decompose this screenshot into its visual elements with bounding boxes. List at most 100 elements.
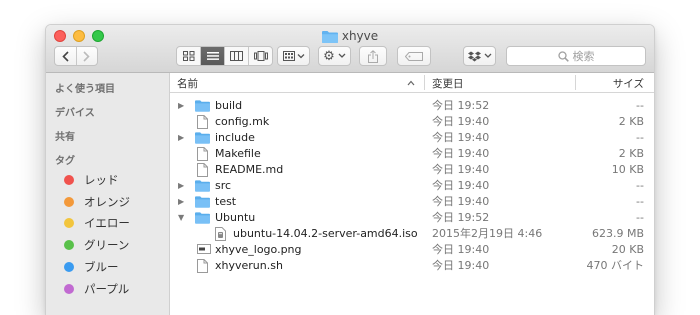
file-size: 2 KB: [618, 147, 644, 160]
action-button[interactable]: ⚙: [318, 46, 351, 66]
file-row[interactable]: ▶ build 今日 19:52 --: [170, 98, 654, 114]
sidebar-tag-label: オレンジ: [84, 194, 130, 209]
file-name: xhyverun.sh: [215, 259, 283, 272]
folder-icon: [321, 30, 338, 47]
chevron-down-icon: [338, 53, 346, 58]
sidebar-tag-item[interactable]: イエロー: [64, 214, 130, 232]
file-name: README.md: [215, 163, 284, 176]
dropbox-icon: [467, 51, 481, 61]
column-size-header[interactable]: サイズ: [613, 76, 644, 91]
file-row[interactable]: ubuntu-14.04.2-server-amd64.iso 2015年2月19…: [170, 226, 654, 242]
file-date: 今日 19:40: [432, 179, 490, 192]
file-row[interactable]: xhyve_logo.png 今日 19:40 20 KB: [170, 242, 654, 258]
file-date: 2015年2月19日 4:46: [432, 227, 543, 240]
file-size: 623.9 MB: [591, 227, 644, 240]
file-row[interactable]: xhyverun.sh 今日 19:40 470 バイト: [170, 258, 654, 274]
tag-color-dot-icon: [64, 240, 74, 251]
disclosure-triangle-closed-icon[interactable]: ▶: [178, 98, 188, 114]
sidebar-tag-item[interactable]: パープル: [64, 280, 129, 298]
disclosure-triangle-closed-icon[interactable]: ▶: [178, 178, 188, 194]
file-date: 今日 19:40: [432, 195, 490, 208]
gear-icon: ⚙: [323, 48, 335, 64]
cover-flow-icon: [253, 51, 268, 61]
icon-view-icon: [182, 51, 194, 61]
file-size: --: [636, 211, 644, 224]
file-size: --: [636, 99, 644, 112]
file-name: include: [215, 131, 255, 144]
sidebar-tag-item[interactable]: グリーン: [64, 236, 129, 254]
tag-color-dot-icon: [64, 196, 74, 207]
back-button[interactable]: [55, 47, 77, 65]
file-date: 今日 19:40: [432, 259, 490, 272]
sidebar-tag-label: パープル: [84, 281, 130, 296]
sidebar-tag-label: レッド: [84, 173, 119, 187]
file-date: 今日 19:40: [432, 163, 490, 176]
sidebar-header-shared: 共有: [55, 132, 75, 143]
file-list: 名前 変更日 サイズ ▶ build 今日 19:52 -- config.mk 今日 1…: [170, 73, 654, 315]
file-date: 今日 19:40: [432, 243, 490, 256]
nav-buttons: [54, 46, 98, 66]
file-size: 20 KB: [611, 243, 644, 256]
file-row[interactable]: config.mk 今日 19:40 2 KB: [170, 114, 654, 130]
sidebar-tag-item[interactable]: ブルー: [64, 258, 119, 276]
list-view-button[interactable]: [201, 47, 225, 65]
file-date: 今日 19:52: [432, 211, 490, 224]
column-view-button[interactable]: [225, 47, 249, 65]
sidebar-tag-item[interactable]: オレンジ: [64, 193, 130, 211]
file-name: config.mk: [215, 115, 270, 128]
icon-view-button[interactable]: [177, 47, 201, 65]
file-date: 今日 19:40: [432, 115, 490, 128]
column-view-icon: [230, 51, 243, 61]
disclosure-triangle-open-icon[interactable]: ▼: [178, 210, 188, 226]
search-field[interactable]: 検索: [506, 46, 646, 66]
file-row[interactable]: Makefile 今日 19:40 2 KB: [170, 146, 654, 162]
chevron-down-icon: [484, 53, 491, 58]
file-name: src: [215, 179, 232, 192]
column-name-header[interactable]: 名前: [177, 76, 198, 91]
share-button[interactable]: [359, 46, 387, 66]
column-header: 名前 変更日 サイズ: [170, 73, 654, 93]
file-row[interactable]: ▶ include 今日 19:40 --: [170, 130, 654, 146]
sidebar-header-devices: デバイス: [55, 108, 95, 119]
file-size: --: [636, 195, 644, 208]
edit-tags-button[interactable]: [397, 46, 431, 66]
view-mode-control: [176, 46, 273, 66]
chevron-right-icon: [83, 50, 90, 62]
tag-color-dot-icon: [64, 175, 74, 185]
sidebar-tag-label: ブルー: [84, 259, 119, 274]
file-size: 10 KB: [611, 163, 644, 176]
file-name: ubuntu-14.04.2-server-amd64.iso: [233, 227, 418, 240]
file-name: build: [215, 99, 243, 112]
sort-ascending-icon: [407, 80, 415, 86]
file-row[interactable]: ▶ test 今日 19:40 --: [170, 194, 654, 210]
chevron-left-icon: [62, 50, 69, 62]
file-size: --: [636, 131, 644, 144]
arrange-button[interactable]: [277, 46, 310, 66]
file-date: 今日 19:40: [432, 147, 490, 160]
arrange-grid-icon: [282, 51, 304, 61]
cover-flow-button[interactable]: [249, 47, 272, 65]
file-row[interactable]: ▶ src 今日 19:40 --: [170, 178, 654, 194]
disclosure-triangle-closed-icon[interactable]: ▶: [178, 130, 188, 146]
dropbox-button[interactable]: [463, 46, 496, 66]
finder-window: xhyve ⚙ 検索 よく使う項目 デバイス 共有 タグ レッド オレンジ イエ…: [46, 25, 654, 315]
column-date-header[interactable]: 変更日: [432, 76, 464, 91]
sidebar-tag-item[interactable]: レッド: [64, 171, 119, 189]
file-row[interactable]: README.md 今日 19:40 10 KB: [170, 162, 654, 178]
tag-icon: [405, 51, 423, 61]
file-size: --: [636, 179, 644, 192]
search-placeholder: 検索: [572, 50, 595, 63]
sidebar: よく使う項目 デバイス 共有 タグ レッド オレンジ イエロー グリーン ブルー パープル: [46, 73, 170, 315]
share-icon: [368, 49, 378, 63]
file-row[interactable]: ▼ Ubuntu 今日 19:52 --: [170, 210, 654, 226]
title-bar: xhyve ⚙ 検索: [46, 25, 654, 73]
disclosure-triangle-closed-icon[interactable]: ▶: [178, 194, 188, 210]
sidebar-tag-label: イエロー: [84, 216, 130, 231]
window-title-text: xhyve: [341, 29, 379, 43]
tag-color-dot-icon: [64, 283, 74, 294]
forward-button[interactable]: [77, 47, 98, 65]
tag-color-dot-icon: [64, 218, 74, 229]
file-date: 今日 19:52: [432, 99, 490, 112]
tag-color-dot-icon: [64, 261, 74, 272]
window-title: xhyve: [46, 28, 654, 47]
